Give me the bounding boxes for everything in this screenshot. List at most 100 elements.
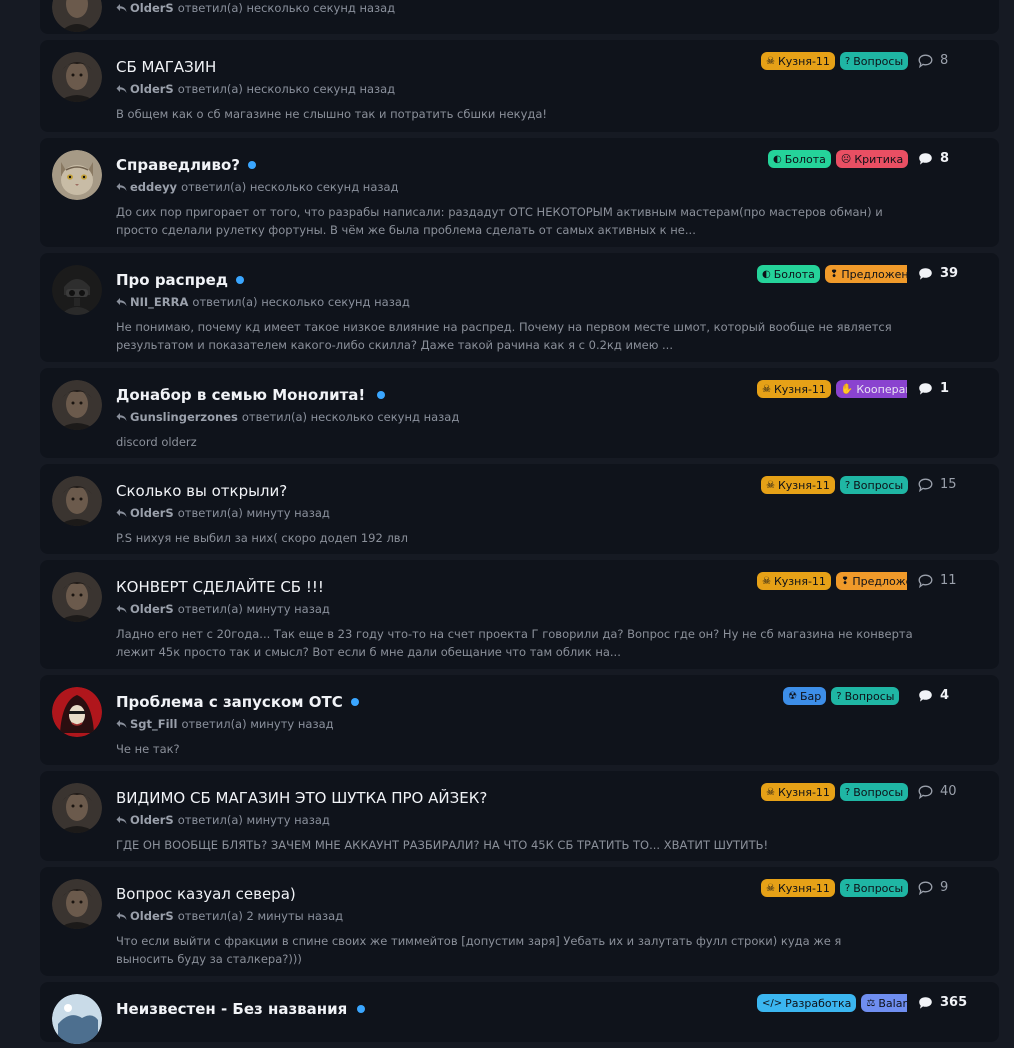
tag-predlozhenia[interactable]: ❢Предложени	[824, 265, 907, 283]
topic-card[interactable]: ВИДИМО СБ МАГАЗИН ЭТО ШУТКА ПРО АЙЗЕК? O…	[40, 771, 999, 861]
topic-excerpt[interactable]: В общем как о сб магазине не слышно так …	[116, 105, 916, 123]
author-link[interactable]: OlderS	[130, 909, 174, 923]
topic-tags: ☠ Кузня-11 ? Вопросы	[761, 879, 931, 897]
tag-voprosy[interactable]: ? Вопросы	[839, 783, 909, 801]
author-link[interactable]: NII_ERRA	[130, 295, 188, 309]
comment-icon	[919, 152, 932, 165]
topic-excerpt[interactable]: Ладно его нет с 20года... Так еще в 23 г…	[116, 625, 916, 661]
avatar[interactable]	[52, 380, 102, 430]
topic-title[interactable]: Про распред	[116, 271, 228, 289]
tag-kooperacia[interactable]: ✋Коопераци	[835, 380, 907, 398]
reply-verb: ответил(а)	[181, 180, 247, 194]
topic-title[interactable]: Проблема с запуском ОТС	[116, 693, 343, 711]
reply-count[interactable]: 365	[918, 995, 967, 1010]
avatar[interactable]	[52, 687, 102, 737]
reply-count-value: 4	[940, 688, 950, 703]
author-link[interactable]: Gunslingerzones	[130, 410, 238, 424]
topic-card[interactable]: Про распред NII_ERRA ответил(а) нескольк…	[40, 253, 999, 362]
tag-bolota[interactable]: ◐ Болота	[768, 150, 831, 168]
topic-card[interactable]: Донабор в семью Монолита! Gunslingerzone…	[40, 368, 999, 458]
topic-title[interactable]: СБ МАГАЗИН	[116, 58, 216, 76]
tag-kuznya[interactable]: ☠ Кузня-11	[761, 783, 835, 801]
avatar[interactable]	[52, 265, 102, 315]
tag-voprosy[interactable]: ? Вопросы	[839, 879, 909, 897]
avatar[interactable]	[52, 0, 102, 32]
tag-balance[interactable]: ⚖Balance	[861, 994, 907, 1012]
reply-count-value: 11	[940, 573, 957, 588]
tag-kuznya[interactable]: ☠ Кузня-11	[757, 380, 831, 398]
topic-title[interactable]: Донабор в семью Монолита!	[116, 386, 365, 404]
author-link[interactable]: OlderS	[130, 1, 174, 15]
tag-voprosy[interactable]: ? Вопросы	[831, 687, 900, 705]
topic-card[interactable]: Справедливо? eddeyy ответил(а) несколько…	[40, 138, 999, 247]
topic-title[interactable]: Неизвестен - Без названия	[116, 1000, 347, 1018]
topic-excerpt[interactable]: Не понимаю, почему кд имеет такое низкое…	[116, 318, 916, 354]
tag-label: Бар	[799, 689, 822, 703]
tag-label: Кузня-11	[777, 881, 830, 895]
topic-card[interactable]: Сколько вы открыли? OlderS ответил(а) ми…	[40, 464, 999, 554]
topic-card[interactable]: Вопрос казуал севера) OlderS ответил(а) …	[40, 867, 999, 976]
author-link[interactable]: Sgt_Fill	[130, 717, 177, 731]
topic-excerpt[interactable]: discord olderz	[116, 433, 916, 451]
tag-voprosy[interactable]: ? Вопросы	[839, 476, 909, 494]
tag-kuznya[interactable]: ☠ Кузня-11	[761, 879, 835, 897]
topic-card[interactable]: OlderS ответил(а) несколько секунд назад	[40, 0, 999, 34]
author-link[interactable]: OlderS	[130, 506, 174, 520]
topic-card[interactable]: Неизвестен - Без названия </> Разработка …	[40, 982, 999, 1044]
tag-kritika[interactable]: ☹ Критика	[835, 150, 909, 168]
reply-verb: ответил(а)	[177, 602, 243, 616]
tag-label: Вопросы	[844, 689, 895, 703]
avatar[interactable]	[52, 476, 102, 526]
question-icon: ?	[844, 55, 851, 67]
topic-title[interactable]: Вопрос казуал севера)	[116, 885, 296, 903]
avatar[interactable]	[52, 994, 102, 1044]
tag-label: Кузня-11	[777, 478, 830, 492]
tag-kuznya[interactable]: ☠ Кузня-11	[761, 52, 835, 70]
topic-excerpt[interactable]: До сих пор пригорает от того, что разраб…	[116, 203, 916, 239]
reply-count[interactable]: 1	[918, 381, 949, 396]
topic-card[interactable]: Проблема с запуском ОТС Sgt_Fill ответил…	[40, 675, 999, 765]
topic-excerpt[interactable]: ГДЕ ОН ВООБЩЕ БЛЯТЬ? ЗАЧЕМ МНЕ АККАУНТ Р…	[116, 836, 916, 854]
reply-icon	[116, 413, 127, 421]
reply-count[interactable]: 8	[918, 151, 949, 166]
topic-excerpt[interactable]: Что если выйти с фракции в спине своих ж…	[116, 932, 876, 968]
avatar[interactable]	[52, 150, 102, 200]
reply-count[interactable]: 15	[918, 477, 957, 492]
topic-title[interactable]: КОНВЕРТ СДЕЛАЙТЕ СБ !!!	[116, 578, 324, 596]
reply-count[interactable]: 8	[918, 53, 948, 68]
reply-count-value: 9	[940, 880, 949, 895]
reply-count-value: 365	[940, 995, 968, 1010]
avatar[interactable]	[52, 879, 102, 929]
tag-kuznya[interactable]: ☠ Кузня-11	[761, 476, 835, 494]
author-link[interactable]: OlderS	[130, 813, 174, 827]
unread-dot	[248, 161, 257, 169]
avatar[interactable]	[52, 572, 102, 622]
topic-excerpt[interactable]: P.S нихуя не выбил за них( скоро додеп 1…	[116, 529, 916, 547]
topic-meta: OlderS ответил(а) 2 минуты назад	[116, 908, 999, 924]
tag-bolota[interactable]: ◐ Болота	[757, 265, 820, 283]
author-link[interactable]: eddeyy	[130, 180, 177, 194]
reply-count[interactable]: 4	[918, 688, 949, 703]
topic-title[interactable]: ВИДИМО СБ МАГАЗИН ЭТО ШУТКА ПРО АЙЗЕК?	[116, 789, 487, 807]
author-link[interactable]: OlderS	[130, 82, 174, 96]
avatar[interactable]	[52, 783, 102, 833]
reply-count[interactable]: 11	[918, 573, 957, 588]
tag-voprosy[interactable]: ? Вопросы	[839, 52, 909, 70]
tag-predlozhenia[interactable]: ❢Предложени	[835, 572, 907, 590]
topic-title[interactable]: Сколько вы открыли?	[116, 482, 287, 500]
topic-card[interactable]: СБ МАГАЗИН OlderS ответил(а) несколько с…	[40, 40, 999, 132]
topic-title[interactable]: Справедливо?	[116, 156, 240, 174]
topic-excerpt[interactable]: Че не так?	[116, 740, 916, 758]
tag-razrabotka[interactable]: </> Разработка	[757, 994, 857, 1012]
reply-icon	[116, 720, 127, 728]
reply-count-value: 39	[940, 266, 959, 281]
reply-count[interactable]: 9	[918, 880, 948, 895]
avatar[interactable]	[52, 52, 102, 102]
topic-card[interactable]: КОНВЕРТ СДЕЛАЙТЕ СБ !!! OlderS ответил(а…	[40, 560, 999, 669]
reply-count[interactable]: 40	[918, 784, 957, 799]
author-link[interactable]: OlderS	[130, 602, 174, 616]
reply-count[interactable]: 39	[918, 266, 958, 281]
tag-bar[interactable]: ☢ Бар	[783, 687, 827, 705]
tag-kuznya[interactable]: ☠ Кузня-11	[757, 572, 831, 590]
tag-label: Кузня-11	[777, 54, 830, 68]
